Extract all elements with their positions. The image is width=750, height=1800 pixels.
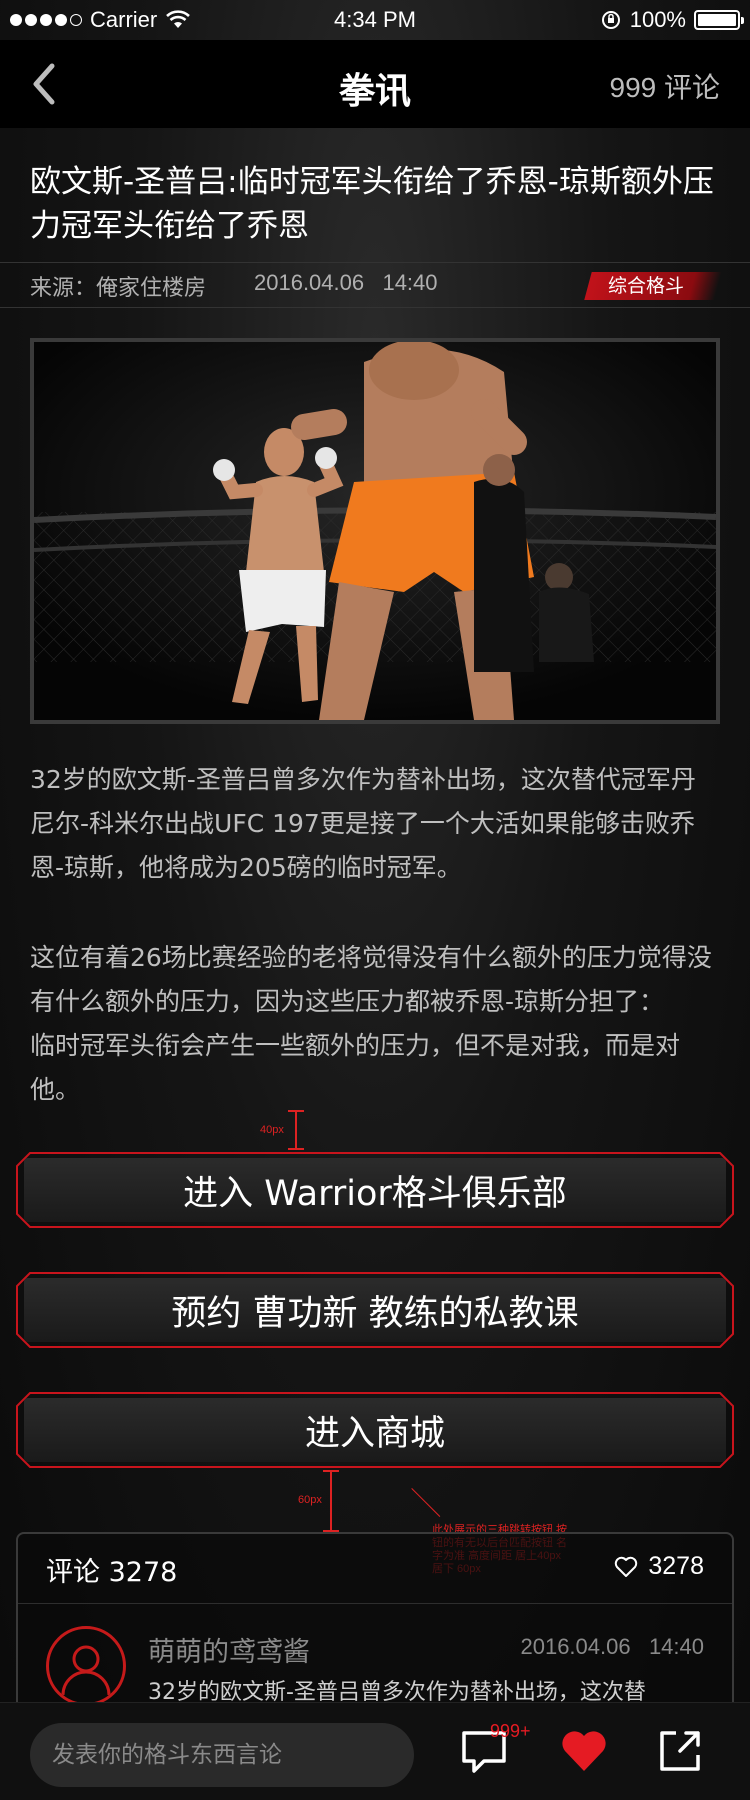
avatar[interactable]	[46, 1626, 126, 1706]
heart-icon[interactable]	[558, 1725, 610, 1777]
comment-username[interactable]: 萌萌的鸢鸢酱	[148, 1630, 310, 1669]
spacing-marker	[330, 1470, 332, 1532]
heart-outline-icon	[615, 1556, 638, 1577]
spacing-marker	[295, 1110, 297, 1150]
share-icon[interactable]	[654, 1725, 706, 1777]
like-button[interactable]: 3278	[614, 1552, 704, 1581]
spacing-label: 40px	[260, 1124, 284, 1136]
like-count: 3278	[648, 1552, 704, 1580]
comment-input[interactable]	[30, 1723, 414, 1787]
battery-percent: 100%	[629, 7, 686, 32]
article-meta: 来源：俺家住楼房 2016.04.06 14:40 综合格斗	[0, 262, 750, 308]
bottom-bar: 999+	[0, 1702, 750, 1800]
article-source: 来源：俺家住楼房	[30, 276, 207, 301]
spacing-marker-cap	[288, 1110, 304, 1112]
comments-title: 评论 3278	[46, 1557, 178, 1588]
article-photo	[30, 338, 720, 724]
book-private-lesson-button[interactable]: 预约 曹功新 教练的私教课	[16, 1272, 734, 1348]
orientation-lock-icon	[601, 11, 620, 29]
article-paragraph: 32岁的欧文斯-圣普吕曾多次作为替补出场，这次替代冠军丹尼尔-科米尔出战UFC …	[30, 765, 696, 882]
category-tag[interactable]: 综合格斗	[584, 272, 722, 300]
article-paragraph: 这位有着26场比赛经验的老将觉得没有什么额外的压力觉得没有什么额外的压力，因为这…	[30, 943, 720, 1104]
book-lesson-label: 预约 曹功新 教练的私教课	[171, 1293, 579, 1334]
comment-count-link[interactable]: 999 评论	[610, 66, 721, 106]
spacing-label: 60px	[298, 1494, 322, 1506]
spacing-marker-cap	[323, 1470, 339, 1472]
enter-store-button[interactable]: 进入商城	[16, 1392, 734, 1468]
battery-icon	[694, 10, 744, 30]
comment-badge: 999+	[490, 1721, 531, 1741]
article-date: 2016.04.06 14:40	[254, 270, 438, 295]
comments-header: 评论 3278 3278	[18, 1534, 732, 1604]
enter-club-button[interactable]: 进入 Warrior格斗俱乐部	[16, 1152, 734, 1228]
spacing-marker-cap	[288, 1148, 304, 1150]
comment-date: 2016.04.06 14:40	[520, 1634, 704, 1659]
article-title: 欧文斯-圣普吕:临时冠军头衔给了乔恩-琼斯额外压力冠军头衔给了乔恩	[30, 164, 714, 244]
enter-store-label: 进入商城	[304, 1413, 445, 1454]
navigation-bar: 拳讯 999 评论	[0, 40, 750, 128]
enter-club-label: 进入 Warrior格斗俱乐部	[183, 1173, 567, 1214]
status-bar: Carrier 4:34 PM 100%	[0, 0, 750, 40]
